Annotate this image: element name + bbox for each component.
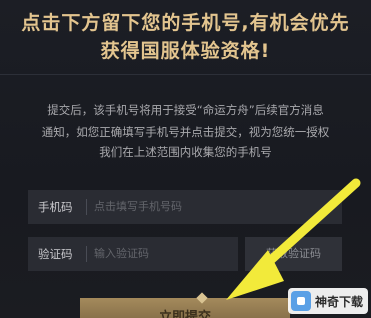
watermark-text: 神奇下载 bbox=[315, 295, 364, 309]
watermark-badge: 神奇下载 bbox=[288, 288, 368, 314]
arrow-pointer-icon bbox=[226, 178, 361, 300]
app-logo-icon bbox=[291, 291, 311, 311]
reservation-page: 点击下方留下您的手机号,有机会优先 获得国服体验资格! 提交后，该手机号将用于接… bbox=[0, 0, 371, 318]
